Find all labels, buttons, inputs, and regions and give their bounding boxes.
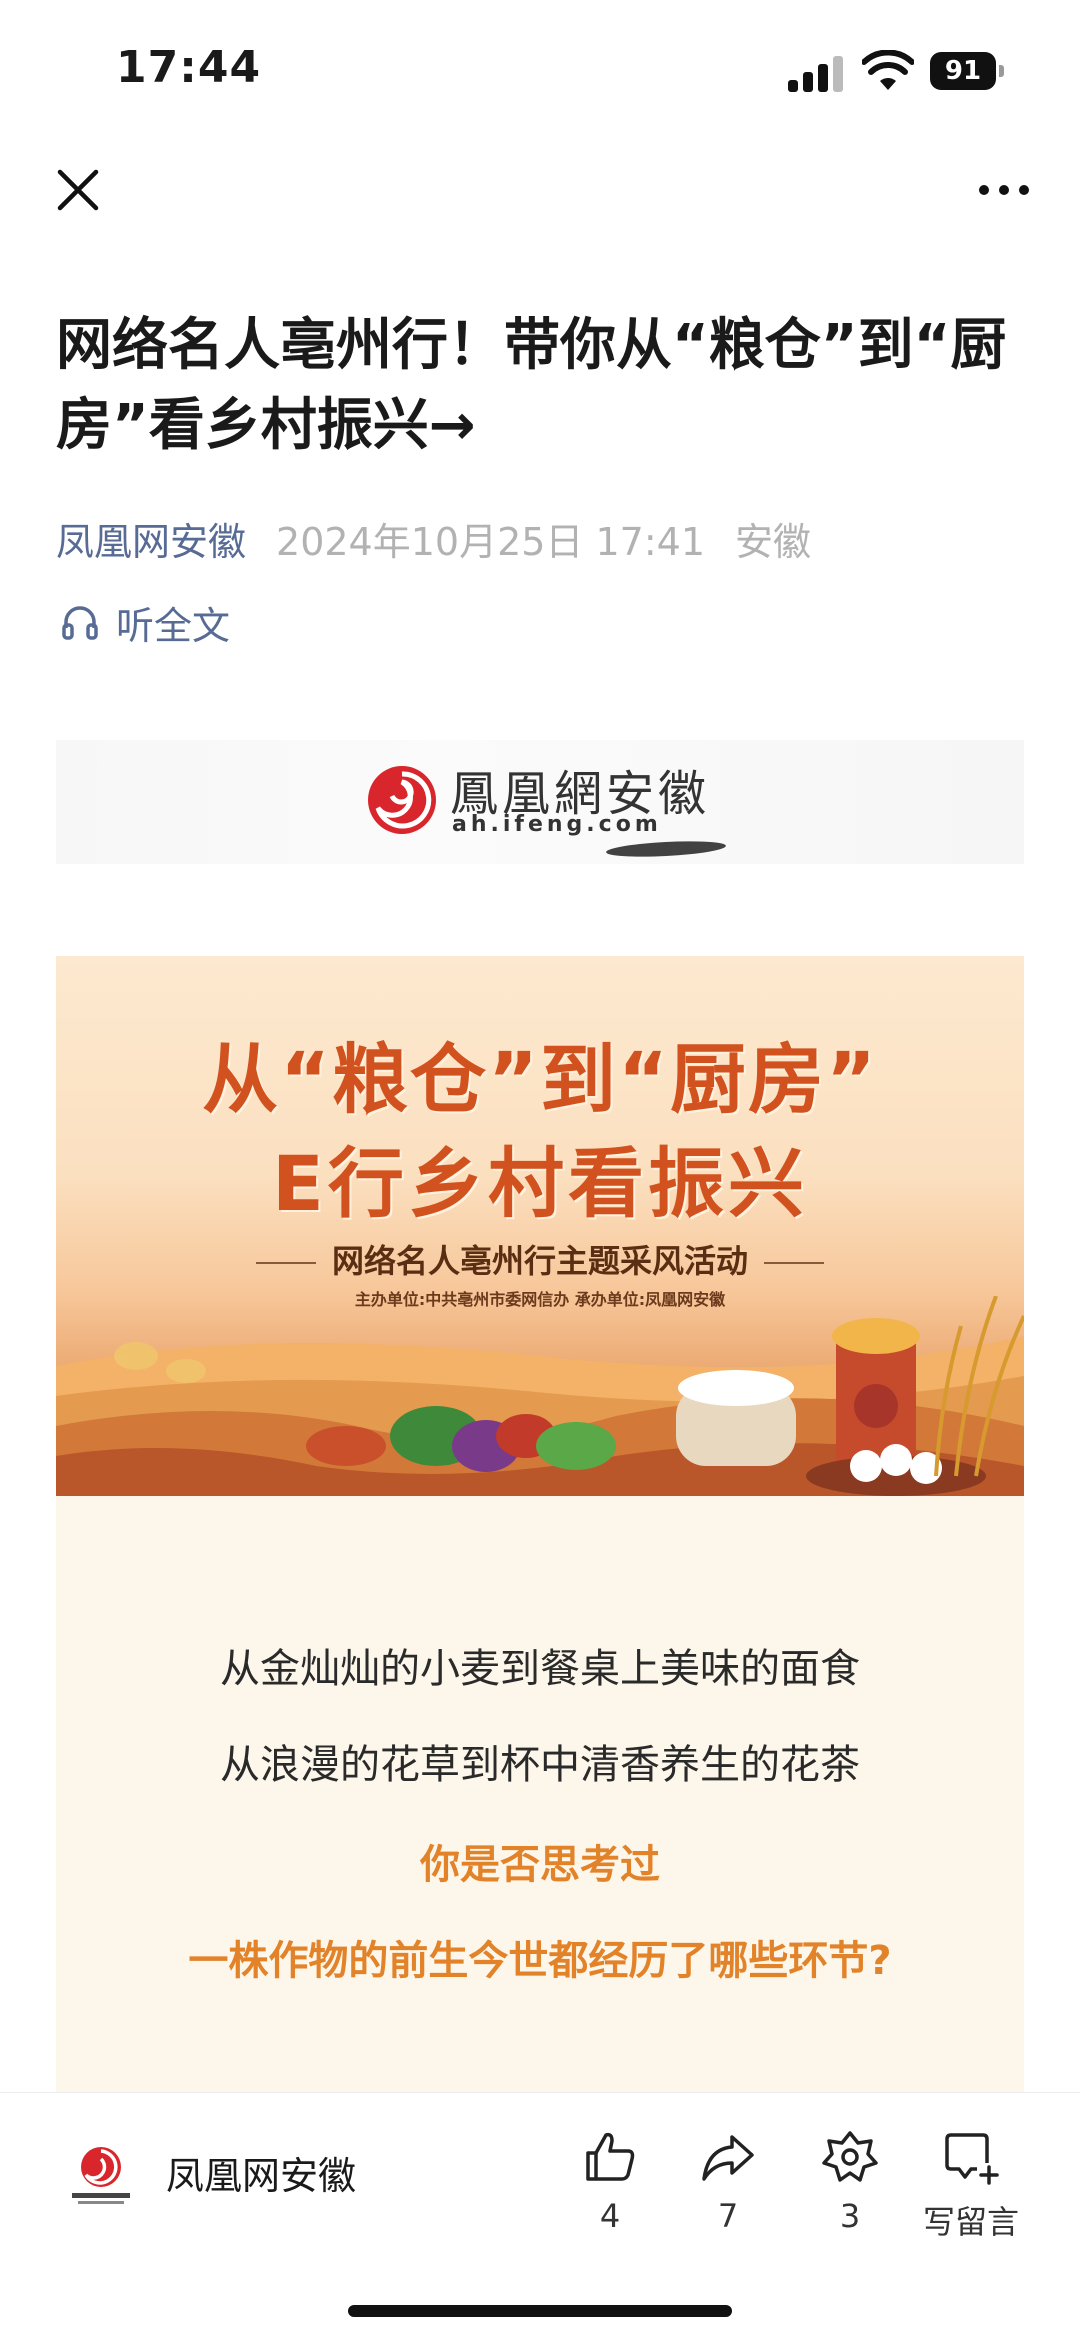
signal-icon — [788, 56, 844, 92]
status-bar: 17:44 91 — [0, 0, 1080, 140]
recommend-count: 3 — [839, 2197, 861, 2235]
account-name[interactable]: 凤凰网安徽 — [166, 2145, 356, 2200]
ifeng-logo-icon — [368, 766, 436, 834]
like-count: 4 — [599, 2197, 621, 2235]
poster-subtitle: 网络名人亳州行主题采风活动 — [331, 1242, 748, 1280]
logo-banner: 鳳凰網安徽 ah.ifeng.com — [56, 740, 1024, 864]
battery-level: 91 — [930, 52, 996, 90]
close-icon[interactable] — [54, 166, 102, 214]
battery-icon: 91 — [930, 52, 1004, 90]
bottom-action-bar: 凤凰网安徽 4 7 3 写留言 — [0, 2092, 1080, 2337]
publish-date: 2024年10月25日 17:41 — [276, 519, 706, 564]
write-comment-button[interactable]: 写留言 — [916, 2129, 1026, 2243]
listen-full-text-button[interactable]: 听全文 — [60, 592, 230, 652]
intro-line: 从浪漫的花草到杯中清香养生的花茶 — [220, 1742, 860, 1788]
headphone-icon — [62, 606, 98, 640]
recommend-icon — [822, 2131, 878, 2182]
comment-label: 写留言 — [922, 2203, 1019, 2241]
logo-url: ah.ifeng.com — [452, 812, 662, 837]
recommend-button[interactable]: 3 — [795, 2129, 905, 2235]
intro-line: 从金灿灿的小麦到餐桌上美味的面食 — [220, 1646, 860, 1692]
brush-stroke — [605, 838, 727, 860]
share-button[interactable]: 7 — [673, 2129, 783, 2235]
share-icon — [702, 2135, 754, 2181]
account-avatar[interactable] — [64, 2137, 138, 2211]
intro-section: 从金灿灿的小麦到餐桌上美味的面食 从浪漫的花草到杯中清香养生的花茶 你是否思考过… — [56, 1496, 1024, 2092]
publish-region: 安徽 — [735, 519, 812, 564]
poster-subtitle-row: 网络名人亳州行主题采风活动 — [56, 1236, 1024, 1282]
more-icon[interactable] — [976, 170, 1032, 210]
home-indicator[interactable] — [348, 2305, 732, 2317]
account-link[interactable]: 凤凰网安徽 — [56, 511, 246, 566]
poster-title-line2: E行乡村看振兴 — [272, 1139, 808, 1228]
article-title: 网络名人亳州行！带你从“粮仓”到“厨房”看乡村振兴→ — [56, 313, 1007, 458]
comment-icon — [945, 2133, 999, 2185]
like-button[interactable]: 4 — [555, 2129, 665, 2235]
event-poster: 从“粮仓”到“厨房” E行乡村看振兴 网络名人亳州行主题采风活动 主办单位:中共… — [56, 956, 1024, 1496]
wifi-icon — [862, 50, 914, 90]
thumbs-up-icon — [586, 2132, 635, 2181]
poster-title-line1: 从“粮仓”到“厨房” — [202, 1035, 878, 1124]
intro-highlight: 你是否思考过 — [420, 1842, 660, 1888]
farm-food-illustration — [56, 1296, 1024, 1496]
listen-label: 听全文 — [116, 603, 231, 648]
intro-highlight: 一株作物的前生今世都经历了哪些环节? — [188, 1938, 892, 1984]
status-time: 17:44 — [116, 42, 262, 93]
share-count: 7 — [717, 2197, 739, 2235]
article-meta: 凤凰网安徽 2024年10月25日 17:41 安徽 — [56, 508, 811, 568]
